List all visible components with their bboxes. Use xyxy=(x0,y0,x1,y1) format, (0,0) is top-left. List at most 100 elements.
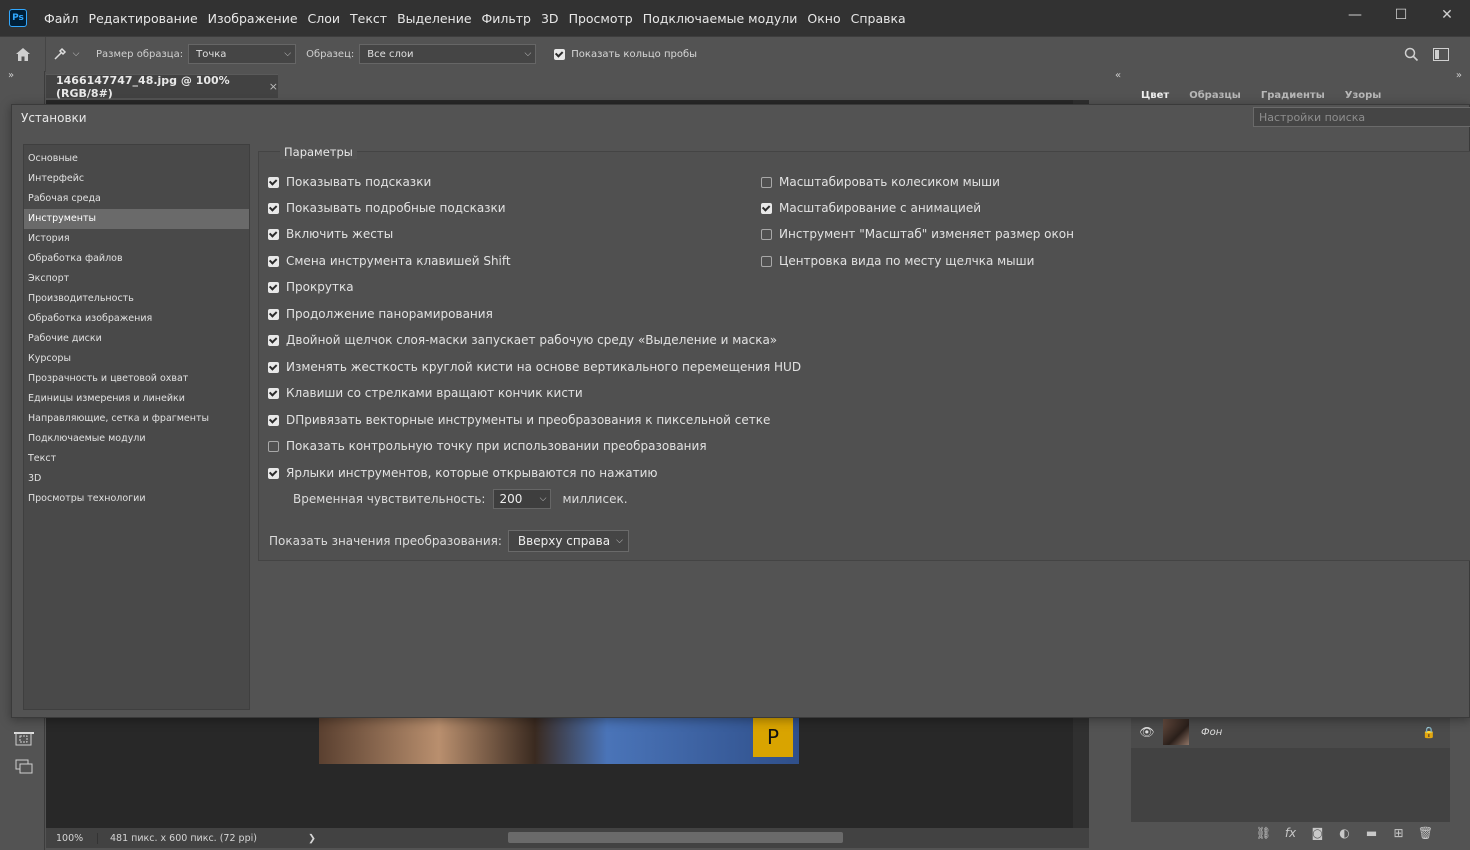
nav-item[interactable]: История xyxy=(24,229,249,249)
option-row[interactable]: Показать контрольную точку при использов… xyxy=(268,439,707,453)
transform-values-select[interactable]: Вверху справа ⌵ xyxy=(507,530,629,552)
sample-select[interactable]: Все слои ⌵ xyxy=(359,44,537,64)
menu-item[interactable]: Файл xyxy=(39,11,84,26)
show-ring-checkbox-row[interactable]: Показать кольцо пробы xyxy=(554,48,697,60)
option-checkbox[interactable] xyxy=(268,387,279,399)
document-tab[interactable]: 1466147747_48.jpg @ 100% (RGB/8#) × xyxy=(46,74,278,100)
option-row[interactable]: Прокрутка xyxy=(268,280,354,294)
option-checkbox[interactable] xyxy=(268,414,279,426)
nav-item[interactable]: Интерфейс xyxy=(24,169,249,189)
nav-item[interactable]: Просмотры технологии xyxy=(24,489,249,509)
option-row[interactable]: Масштабировать колесиком мыши xyxy=(761,175,1000,189)
menu-item[interactable]: Фильтр xyxy=(477,11,536,26)
option-row[interactable]: Инструмент "Масштаб" изменяет размер око… xyxy=(761,227,1074,241)
link-layers-icon[interactable]: ⛓ xyxy=(1250,826,1277,840)
menu-item[interactable]: Окно xyxy=(802,11,845,26)
menu-item[interactable]: Справка xyxy=(846,11,911,26)
add-mask-icon[interactable]: ◙ xyxy=(1304,826,1331,840)
nav-item[interactable]: 3D xyxy=(24,469,249,489)
option-row[interactable]: Показывать подробные подсказки xyxy=(268,201,506,215)
option-checkbox[interactable] xyxy=(268,228,279,240)
option-checkbox[interactable] xyxy=(761,228,772,240)
show-ring-checkbox[interactable] xyxy=(554,48,566,60)
option-row[interactable]: Продолжение панорамирования xyxy=(268,307,493,321)
workspace-button[interactable] xyxy=(1426,48,1456,61)
close-icon[interactable]: ✕ xyxy=(1424,0,1470,30)
nav-item[interactable]: Направляющие, сетка и фрагменты xyxy=(24,409,249,429)
group-folder-icon[interactable]: ▬ xyxy=(1358,826,1385,840)
sample-size-select[interactable]: Точка ⌵ xyxy=(188,44,297,64)
option-checkbox[interactable] xyxy=(268,334,279,346)
nav-item[interactable]: Обработка изображения xyxy=(24,309,249,329)
menu-item[interactable]: Выделение xyxy=(392,11,476,26)
option-checkbox[interactable] xyxy=(268,202,279,214)
menu-item[interactable]: Изображение xyxy=(203,11,303,26)
nav-item[interactable]: Рабочие диски xyxy=(24,329,249,349)
option-checkbox[interactable] xyxy=(268,308,279,320)
option-row[interactable]: Изменять жесткость круглой кисти на осно… xyxy=(268,360,801,374)
nav-item[interactable]: Инструменты xyxy=(24,209,249,229)
panel-tab[interactable]: Образцы xyxy=(1179,90,1251,101)
collapse-left-icon[interactable]: » xyxy=(8,70,14,81)
visibility-eye-icon[interactable]: 👁 xyxy=(1131,725,1163,739)
panel-tab[interactable]: Градиенты xyxy=(1251,90,1335,101)
home-button[interactable] xyxy=(0,36,46,72)
menu-item[interactable]: Подключаемые модули xyxy=(638,11,803,26)
option-checkbox[interactable] xyxy=(268,255,279,267)
option-row[interactable]: Двойной щелчок слоя-маски запускает рабо… xyxy=(268,333,777,347)
lock-icon[interactable]: 🔒 xyxy=(1422,726,1436,739)
option-checkbox[interactable] xyxy=(761,176,772,188)
layer-row[interactable]: 👁 Фон 🔒 xyxy=(1131,716,1450,748)
option-row[interactable]: Клавиши со стрелками вращают кончик кист… xyxy=(268,386,583,400)
option-checkbox[interactable] xyxy=(268,440,279,452)
option-checkbox[interactable] xyxy=(761,255,772,267)
option-checkbox[interactable] xyxy=(268,467,279,479)
maximize-icon[interactable]: ☐ xyxy=(1378,0,1424,30)
panel-tab[interactable]: Узоры xyxy=(1335,90,1392,101)
search-button[interactable] xyxy=(1396,47,1426,62)
menu-item[interactable]: 3D xyxy=(536,11,564,26)
nav-item[interactable]: Основные xyxy=(24,149,249,169)
menu-item[interactable]: Текст xyxy=(345,11,392,26)
eyedropper-tool-preset[interactable]: ⌵ xyxy=(46,47,86,61)
option-row[interactable]: DПривязать векторные инструменты и преоб… xyxy=(268,413,770,427)
nav-item[interactable]: Экспорт xyxy=(24,269,249,289)
horizontal-scrollbar-thumb[interactable] xyxy=(508,832,843,843)
nav-item[interactable]: Производительность xyxy=(24,289,249,309)
new-layer-icon[interactable]: ⊞ xyxy=(1385,826,1412,840)
option-row[interactable]: Включить жесты xyxy=(268,227,393,241)
adjustment-layer-icon[interactable]: ◐ xyxy=(1331,826,1358,840)
delete-layer-icon[interactable]: 🗑 xyxy=(1412,826,1439,840)
sensitivity-input[interactable]: 200 ⌵ xyxy=(493,489,552,509)
option-row[interactable]: Ярлыки инструментов, которые открываются… xyxy=(268,466,658,480)
close-icon[interactable]: × xyxy=(269,80,278,93)
option-row[interactable]: Масштабирование с анимацией xyxy=(761,201,981,215)
option-row[interactable]: Показывать подсказки xyxy=(268,175,431,189)
panel-tab[interactable]: Цвет xyxy=(1131,90,1179,101)
zoom-level[interactable]: 100% xyxy=(46,832,98,844)
menu-item[interactable]: Просмотр xyxy=(564,11,638,26)
nav-item[interactable]: Курсоры xyxy=(24,349,249,369)
nav-item[interactable]: Подключаемые модули xyxy=(24,429,249,449)
expand-panels-icon[interactable]: » xyxy=(1456,70,1462,81)
collapse-panels-icon[interactable]: « xyxy=(1115,70,1121,81)
quick-mask-icon[interactable] xyxy=(15,732,32,746)
nav-item[interactable]: Обработка файлов xyxy=(24,249,249,269)
preferences-search-input[interactable]: Настройки поиска xyxy=(1253,107,1470,127)
option-checkbox[interactable] xyxy=(268,176,279,188)
chevron-down-icon[interactable]: ⌵ xyxy=(540,494,547,504)
nav-item[interactable]: Текст xyxy=(24,449,249,469)
option-row[interactable]: Центровка вида по месту щелчка мыши xyxy=(761,254,1034,268)
option-checkbox[interactable] xyxy=(761,202,772,214)
minimize-icon[interactable]: — xyxy=(1332,0,1378,30)
nav-item[interactable]: Рабочая среда xyxy=(24,189,249,209)
layer-style-fx-icon[interactable]: fx xyxy=(1277,826,1304,840)
option-checkbox[interactable] xyxy=(268,281,279,293)
screen-mode-icon[interactable] xyxy=(15,759,33,775)
nav-item[interactable]: Единицы измерения и линейки xyxy=(24,389,249,409)
menu-item[interactable]: Слои xyxy=(303,11,346,26)
nav-item[interactable]: Прозрачность и цветовой охват xyxy=(24,369,249,389)
status-menu-arrow-icon[interactable]: ❯ xyxy=(308,833,316,844)
option-row[interactable]: Смена инструмента клавишей Shift xyxy=(268,254,511,268)
option-checkbox[interactable] xyxy=(268,361,279,373)
